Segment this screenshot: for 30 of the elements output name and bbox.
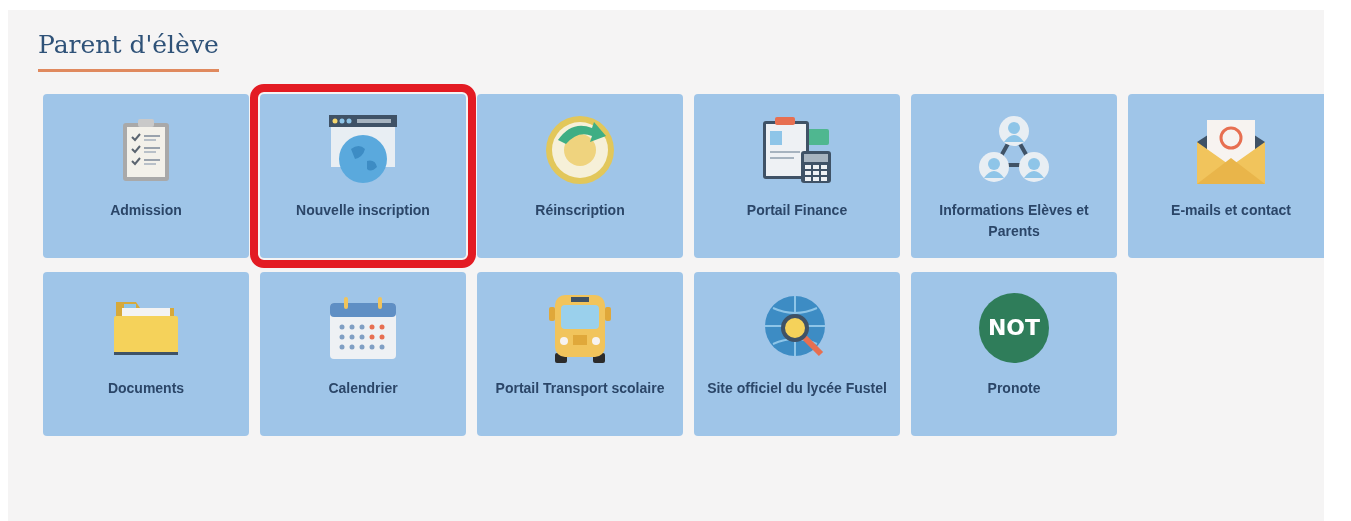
document-calculator-icon — [761, 115, 833, 185]
app-tile[interactable]: Documents — [43, 272, 249, 436]
folder-icon — [112, 300, 180, 356]
pronote-logo: NOT — [979, 293, 1049, 363]
tile-label: Admission — [110, 201, 182, 220]
clipboard-icon — [121, 117, 171, 183]
app-tile[interactable]: Admission — [43, 94, 249, 258]
tile-label: Pronote — [987, 379, 1041, 398]
app-tile[interactable]: Réinscription — [477, 94, 683, 258]
app-tile[interactable]: E-mails et contact — [1128, 94, 1324, 258]
tile-label: Site officiel du lycée Fustel — [707, 379, 887, 398]
app-tile[interactable]: Site officiel du lycée Fustel — [694, 272, 900, 436]
app-tile[interactable]: Calendrier — [260, 272, 466, 436]
app-tile[interactable]: Portail Transport scolaire — [477, 272, 683, 436]
app-tile[interactable]: NOT Pronote — [911, 272, 1117, 436]
tile-label: Portail Transport scolaire — [495, 379, 665, 398]
people-network-icon — [978, 115, 1050, 185]
tile-label: Réinscription — [535, 201, 625, 220]
app-tile[interactable]: Portail Finance — [694, 94, 900, 258]
browser-globe-icon — [329, 115, 397, 185]
calendar-icon — [328, 295, 398, 361]
tile-label: Informations Elèves et Parents — [938, 201, 1090, 241]
tile-label: Calendrier — [328, 379, 398, 398]
tile-label: Documents — [107, 379, 185, 398]
section-title: Parent d'élève — [38, 32, 219, 57]
tile-label: Nouvelle inscription — [296, 201, 430, 220]
tile-label: Portail Finance — [746, 201, 848, 220]
app-tile[interactable]: Informations Elèves et Parents — [911, 94, 1117, 258]
bus-icon — [549, 293, 611, 363]
tile-label: E-mails et contact — [1171, 201, 1291, 220]
